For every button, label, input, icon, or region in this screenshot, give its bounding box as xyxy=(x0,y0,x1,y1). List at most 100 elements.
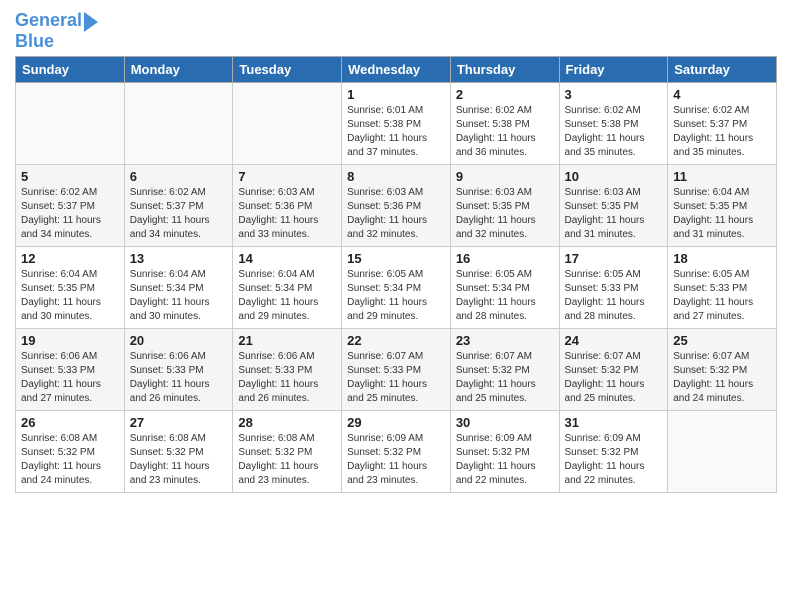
calendar-table: SundayMondayTuesdayWednesdayThursdayFrid… xyxy=(15,56,777,493)
calendar-cell: 30 Sunrise: 6:09 AM Sunset: 5:32 PM Dayli… xyxy=(450,410,559,492)
day-info: Sunrise: 6:02 AM Sunset: 5:37 PM Dayligh… xyxy=(21,186,119,242)
day-info: Sunrise: 6:09 AM Sunset: 5:32 PM Dayligh… xyxy=(565,432,663,488)
day-info: Sunrise: 6:09 AM Sunset: 5:32 PM Dayligh… xyxy=(347,432,445,488)
calendar-cell: 25 Sunrise: 6:07 AM Sunset: 5:32 PM Dayli… xyxy=(668,328,777,410)
day-number: 29 xyxy=(347,415,445,430)
calendar-cell: 24Sunrise: 6:07 AM Sunset: 5:32 PM Dayli… xyxy=(559,328,668,410)
day-info: Sunrise: 6:09 AM Sunset: 5:32 PM Dayligh… xyxy=(456,432,554,488)
day-info: Sunrise: 6:08 AM Sunset: 5:32 PM Dayligh… xyxy=(130,432,228,488)
calendar-cell xyxy=(124,82,233,164)
day-info: Sunrise: 6:03 AM Sunset: 5:35 PM Dayligh… xyxy=(565,186,663,242)
weekday-header-tuesday: Tuesday xyxy=(233,56,342,82)
page-container: General Blue SundayMondayTuesdayWednesda… xyxy=(0,0,792,503)
day-number: 1 xyxy=(347,87,445,102)
day-info: Sunrise: 6:02 AM Sunset: 5:37 PM Dayligh… xyxy=(673,104,771,160)
day-number: 8 xyxy=(347,169,445,184)
day-info: Sunrise: 6:02 AM Sunset: 5:37 PM Dayligh… xyxy=(130,186,228,242)
day-info: Sunrise: 6:07 AM Sunset: 5:33 PM Dayligh… xyxy=(347,350,445,406)
calendar-cell: 13 Sunrise: 6:04 AM Sunset: 5:34 PM Dayli… xyxy=(124,246,233,328)
day-info: Sunrise: 6:03 AM Sunset: 5:35 PM Dayligh… xyxy=(456,186,554,242)
weekday-header-thursday: Thursday xyxy=(450,56,559,82)
calendar-cell: 17 Sunrise: 6:05 AM Sunset: 5:33 PM Dayli… xyxy=(559,246,668,328)
calendar-week-3: 12 Sunrise: 6:04 AM Sunset: 5:35 PM Dayli… xyxy=(16,246,777,328)
day-info: Sunrise: 6:08 AM Sunset: 5:32 PM Dayligh… xyxy=(21,432,119,488)
day-info: Sunrise: 6:06 AM Sunset: 5:33 PM Dayligh… xyxy=(21,350,119,406)
weekday-header-friday: Friday xyxy=(559,56,668,82)
day-info: Sunrise: 6:05 AM Sunset: 5:33 PM Dayligh… xyxy=(673,268,771,324)
day-number: 30 xyxy=(456,415,554,430)
day-number: 2 xyxy=(456,87,554,102)
day-number: 9 xyxy=(456,169,554,184)
calendar-week-2: 5Sunrise: 6:02 AM Sunset: 5:37 PM Daylig… xyxy=(16,164,777,246)
calendar-cell: 16 Sunrise: 6:05 AM Sunset: 5:34 PM Dayli… xyxy=(450,246,559,328)
calendar-cell: 14 Sunrise: 6:04 AM Sunset: 5:34 PM Dayli… xyxy=(233,246,342,328)
day-info: Sunrise: 6:05 AM Sunset: 5:34 PM Dayligh… xyxy=(456,268,554,324)
day-number: 18 xyxy=(673,251,771,266)
weekday-header-sunday: Sunday xyxy=(16,56,125,82)
calendar-cell: 19Sunrise: 6:06 AM Sunset: 5:33 PM Dayli… xyxy=(16,328,125,410)
day-number: 23 xyxy=(456,333,554,348)
logo-blue-text: Blue xyxy=(15,32,54,52)
weekday-header-monday: Monday xyxy=(124,56,233,82)
calendar-cell: 8 Sunrise: 6:03 AM Sunset: 5:36 PM Daylig… xyxy=(342,164,451,246)
day-number: 27 xyxy=(130,415,228,430)
day-info: Sunrise: 6:02 AM Sunset: 5:38 PM Dayligh… xyxy=(456,104,554,160)
calendar-cell: 6 Sunrise: 6:02 AM Sunset: 5:37 PM Daylig… xyxy=(124,164,233,246)
calendar-cell: 15 Sunrise: 6:05 AM Sunset: 5:34 PM Dayli… xyxy=(342,246,451,328)
calendar-cell: 9 Sunrise: 6:03 AM Sunset: 5:35 PM Daylig… xyxy=(450,164,559,246)
day-info: Sunrise: 6:04 AM Sunset: 5:34 PM Dayligh… xyxy=(238,268,336,324)
day-info: Sunrise: 6:04 AM Sunset: 5:34 PM Dayligh… xyxy=(130,268,228,324)
calendar-cell: 26Sunrise: 6:08 AM Sunset: 5:32 PM Dayli… xyxy=(16,410,125,492)
calendar-week-5: 26Sunrise: 6:08 AM Sunset: 5:32 PM Dayli… xyxy=(16,410,777,492)
day-info: Sunrise: 6:07 AM Sunset: 5:32 PM Dayligh… xyxy=(565,350,663,406)
day-info: Sunrise: 6:03 AM Sunset: 5:36 PM Dayligh… xyxy=(347,186,445,242)
day-info: Sunrise: 6:06 AM Sunset: 5:33 PM Dayligh… xyxy=(130,350,228,406)
calendar-cell: 31 Sunrise: 6:09 AM Sunset: 5:32 PM Dayli… xyxy=(559,410,668,492)
day-number: 28 xyxy=(238,415,336,430)
calendar-cell: 11Sunrise: 6:04 AM Sunset: 5:35 PM Dayli… xyxy=(668,164,777,246)
day-number: 13 xyxy=(130,251,228,266)
day-number: 17 xyxy=(565,251,663,266)
day-info: Sunrise: 6:08 AM Sunset: 5:32 PM Dayligh… xyxy=(238,432,336,488)
day-number: 4 xyxy=(673,87,771,102)
day-info: Sunrise: 6:04 AM Sunset: 5:35 PM Dayligh… xyxy=(673,186,771,242)
day-number: 16 xyxy=(456,251,554,266)
header: General Blue xyxy=(15,10,777,52)
day-info: Sunrise: 6:06 AM Sunset: 5:33 PM Dayligh… xyxy=(238,350,336,406)
day-number: 10 xyxy=(565,169,663,184)
day-number: 7 xyxy=(238,169,336,184)
calendar-cell: 3 Sunrise: 6:02 AM Sunset: 5:38 PM Daylig… xyxy=(559,82,668,164)
calendar-cell xyxy=(16,82,125,164)
calendar-cell: 23 Sunrise: 6:07 AM Sunset: 5:32 PM Dayli… xyxy=(450,328,559,410)
day-number: 22 xyxy=(347,333,445,348)
logo: General Blue xyxy=(15,10,98,52)
calendar-cell: 1Sunrise: 6:01 AM Sunset: 5:38 PM Daylig… xyxy=(342,82,451,164)
weekday-header-saturday: Saturday xyxy=(668,56,777,82)
day-info: Sunrise: 6:04 AM Sunset: 5:35 PM Dayligh… xyxy=(21,268,119,324)
calendar-cell: 10 Sunrise: 6:03 AM Sunset: 5:35 PM Dayli… xyxy=(559,164,668,246)
day-info: Sunrise: 6:02 AM Sunset: 5:38 PM Dayligh… xyxy=(565,104,663,160)
day-number: 25 xyxy=(673,333,771,348)
calendar-cell: 29 Sunrise: 6:09 AM Sunset: 5:32 PM Dayli… xyxy=(342,410,451,492)
logo-text: General xyxy=(15,11,82,31)
day-info: Sunrise: 6:05 AM Sunset: 5:34 PM Dayligh… xyxy=(347,268,445,324)
day-number: 14 xyxy=(238,251,336,266)
day-info: Sunrise: 6:07 AM Sunset: 5:32 PM Dayligh… xyxy=(673,350,771,406)
weekday-header-wednesday: Wednesday xyxy=(342,56,451,82)
calendar-cell: 21 Sunrise: 6:06 AM Sunset: 5:33 PM Dayli… xyxy=(233,328,342,410)
day-number: 21 xyxy=(238,333,336,348)
day-info: Sunrise: 6:07 AM Sunset: 5:32 PM Dayligh… xyxy=(456,350,554,406)
day-number: 15 xyxy=(347,251,445,266)
calendar-cell: 12 Sunrise: 6:04 AM Sunset: 5:35 PM Dayli… xyxy=(16,246,125,328)
day-number: 20 xyxy=(130,333,228,348)
calendar-cell: 22 Sunrise: 6:07 AM Sunset: 5:33 PM Dayli… xyxy=(342,328,451,410)
calendar-week-4: 19Sunrise: 6:06 AM Sunset: 5:33 PM Dayli… xyxy=(16,328,777,410)
day-number: 12 xyxy=(21,251,119,266)
calendar-cell: 18 Sunrise: 6:05 AM Sunset: 5:33 PM Dayli… xyxy=(668,246,777,328)
calendar-cell: 2 Sunrise: 6:02 AM Sunset: 5:38 PM Daylig… xyxy=(450,82,559,164)
day-number: 3 xyxy=(565,87,663,102)
day-number: 31 xyxy=(565,415,663,430)
day-number: 6 xyxy=(130,169,228,184)
calendar-cell: 28 Sunrise: 6:08 AM Sunset: 5:32 PM Dayli… xyxy=(233,410,342,492)
day-info: Sunrise: 6:05 AM Sunset: 5:33 PM Dayligh… xyxy=(565,268,663,324)
